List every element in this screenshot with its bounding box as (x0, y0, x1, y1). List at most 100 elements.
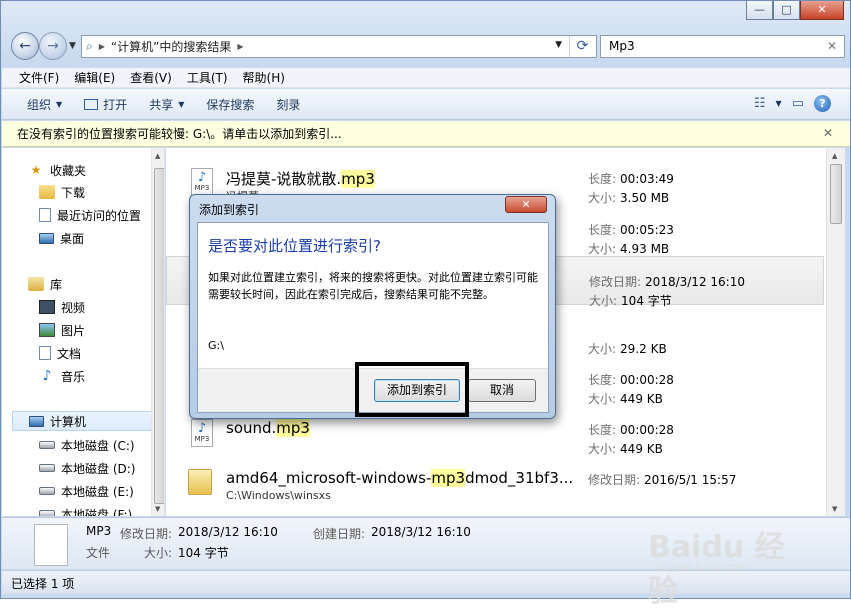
menu-bar: 文件(F) 编辑(E) 查看(V) 工具(T) 帮助(H) (2, 68, 850, 88)
close-infobar-icon[interactable]: ✕ (823, 126, 833, 140)
meta-label: 大小: (588, 392, 617, 406)
dialog-title: 添加到索引 (199, 203, 260, 217)
history-dropdown-icon[interactable]: ▼ (69, 41, 76, 51)
meta-label: 大小: (588, 342, 617, 356)
menu-file[interactable]: 文件(F) (19, 69, 59, 86)
sidebar-item-label: 视频 (61, 300, 86, 315)
sidebar-item-label: 库 (50, 277, 63, 292)
meta-value: 4.93 MB (620, 242, 670, 256)
index-info-bar[interactable]: 在没有索引的位置搜索可能较慢: G:\。请单击以添加到索引... ✕ (2, 121, 850, 147)
sidebar-item-favorites[interactable]: ★ 收藏夹 (28, 160, 86, 180)
breadcrumb-chevron-icon[interactable]: ▶ (237, 42, 243, 51)
meta-label: 修改日期: (588, 473, 641, 487)
details-created-value: 2018/3/12 16:10 (371, 525, 471, 539)
name-highlight: mp3 (276, 419, 310, 437)
meta-value: 2016/5/1 15:57 (644, 473, 737, 487)
sidebar-item-documents[interactable]: 文档 (39, 343, 81, 363)
address-dropdown-icon[interactable]: ▼ (555, 40, 562, 50)
meta-value: 00:03:49 (620, 172, 674, 186)
scroll-up-icon[interactable]: ▲ (832, 152, 837, 160)
menu-edit[interactable]: 编辑(E) (74, 69, 115, 86)
result-meta-1: 长度: 00:03:49 (588, 170, 674, 187)
maximize-button[interactable]: □ (773, 1, 800, 20)
sidebar-item-libraries[interactable]: 库 (28, 274, 62, 294)
sidebar-item-downloads[interactable]: 下载 (39, 182, 85, 202)
breadcrumb-search-results[interactable]: “计算机”中的搜索结果 (111, 38, 231, 55)
name-part: 冯提莫-说散就散. (226, 170, 342, 188)
result-meta-1: 修改日期: 2018/3/12 16:10 (589, 273, 745, 290)
organize-button[interactable]: 组织 ▼ (27, 96, 62, 113)
details-type: 文件 (86, 546, 111, 560)
breadcrumb-chevron-icon[interactable]: ▶ (99, 42, 105, 51)
sidebar-item-videos[interactable]: 视频 (39, 297, 85, 317)
help-icon[interactable]: ? (814, 95, 831, 112)
scroll-down-icon[interactable]: ▼ (155, 505, 160, 513)
result-meta-1: 长度: 00:00:28 (588, 421, 674, 438)
search-folder-icon: ⌕ (86, 39, 93, 53)
open-label: 打开 (103, 97, 128, 112)
share-button[interactable]: 共享 ▼ (149, 96, 184, 113)
open-button[interactable]: 打开 (84, 96, 127, 113)
menu-tools[interactable]: 工具(T) (187, 69, 228, 86)
refresh-icon[interactable]: ⟳ (569, 36, 595, 57)
share-label: 共享 (149, 97, 174, 112)
cancel-button[interactable]: 取消 (468, 379, 536, 402)
menu-view[interactable]: 查看(V) (130, 69, 172, 86)
meta-label: 长度: (588, 172, 617, 186)
folder-icon (188, 469, 212, 495)
meta-value: 3.50 MB (620, 191, 670, 205)
sidebar-item-label: 本地磁盘 (C:) (61, 438, 135, 453)
forward-arrow-icon: → (47, 38, 59, 54)
meta-value: 00:05:23 (620, 223, 674, 237)
mp3-file-icon: ♪MP3 (191, 168, 213, 196)
result-name: amd64_microsoft-windows-mp3dmod_31bf3... (226, 469, 573, 487)
computer-icon (29, 415, 44, 427)
menu-help[interactable]: 帮助(H) (243, 69, 285, 86)
minimize-button[interactable]: — (746, 1, 773, 20)
back-arrow-icon: ← (19, 38, 31, 54)
baidu-watermark: Baidu 经验 jingyan.baidu.com (648, 522, 808, 609)
results-scrollbar[interactable]: ▲ ▼ (826, 148, 845, 516)
sidebar-item-drive-d[interactable]: 本地磁盘 (D:) (39, 458, 135, 478)
sidebar-item-recent[interactable]: 最近访问的位置 (39, 205, 141, 225)
sidebar-item-music[interactable]: ♪ 音乐 (39, 366, 85, 386)
sidebar-item-desktop[interactable]: 桌面 (39, 228, 84, 248)
back-button[interactable]: ← (11, 32, 39, 60)
scroll-up-icon[interactable]: ▲ (155, 152, 160, 160)
sidebar-scrollbar[interactable]: ▲ ▼ (151, 148, 164, 516)
preview-pane-icon[interactable]: ▭ (792, 96, 804, 111)
result-meta-1: 长度: 00:05:23 (588, 221, 674, 238)
drive-icon (39, 441, 55, 449)
sidebar-item-drive-e[interactable]: 本地磁盘 (E:) (39, 481, 134, 501)
sidebar-item-computer[interactable]: 计算机 (12, 411, 160, 431)
clear-search-icon[interactable]: ✕ (827, 39, 837, 53)
result-meta-2: 大小: 4.93 MB (588, 240, 669, 257)
sidebar-item-drive-f[interactable]: 本地磁盘 (F:) (39, 504, 132, 516)
scroll-down-icon[interactable]: ▼ (832, 505, 837, 513)
sidebar-item-label: 桌面 (60, 231, 85, 246)
sidebar-item-pictures[interactable]: 图片 (39, 320, 85, 340)
info-text: 在没有索引的位置搜索可能较慢: G:\。请单击以添加到索引... (17, 127, 342, 141)
scroll-thumb[interactable] (830, 164, 842, 224)
forward-button[interactable]: → (39, 32, 67, 60)
details-size-value: 104 字节 (178, 546, 229, 560)
search-input[interactable]: Mp3 ✕ (600, 35, 845, 58)
close-button[interactable]: ✕ (800, 1, 844, 20)
scroll-thumb[interactable] (154, 168, 164, 504)
address-bar[interactable]: ⌕ ▶ “计算机”中的搜索结果 ▶ ▼ (81, 35, 597, 58)
recent-places-icon (39, 208, 51, 222)
search-value: Mp3 (609, 39, 635, 53)
videos-icon (39, 300, 55, 314)
result-row[interactable]: amd64_microsoft-windows-mp3dmod_31bf3...… (166, 455, 824, 504)
result-meta-1: 修改日期: 2016/5/1 15:57 (588, 471, 736, 488)
pictures-icon (39, 323, 55, 337)
dialog-close-button[interactable]: ✕ (505, 196, 547, 213)
save-search-button[interactable]: 保存搜索 (206, 96, 254, 113)
burn-button[interactable]: 刻录 (276, 96, 300, 113)
view-options-icon[interactable]: ☷ (754, 96, 766, 111)
desktop-icon (39, 232, 54, 244)
name-highlight: mp3 (341, 170, 375, 188)
view-dropdown-icon[interactable]: ▼ (776, 99, 782, 108)
sidebar-item-drive-c[interactable]: 本地磁盘 (C:) (39, 435, 135, 455)
meta-label: 长度: (588, 373, 617, 387)
